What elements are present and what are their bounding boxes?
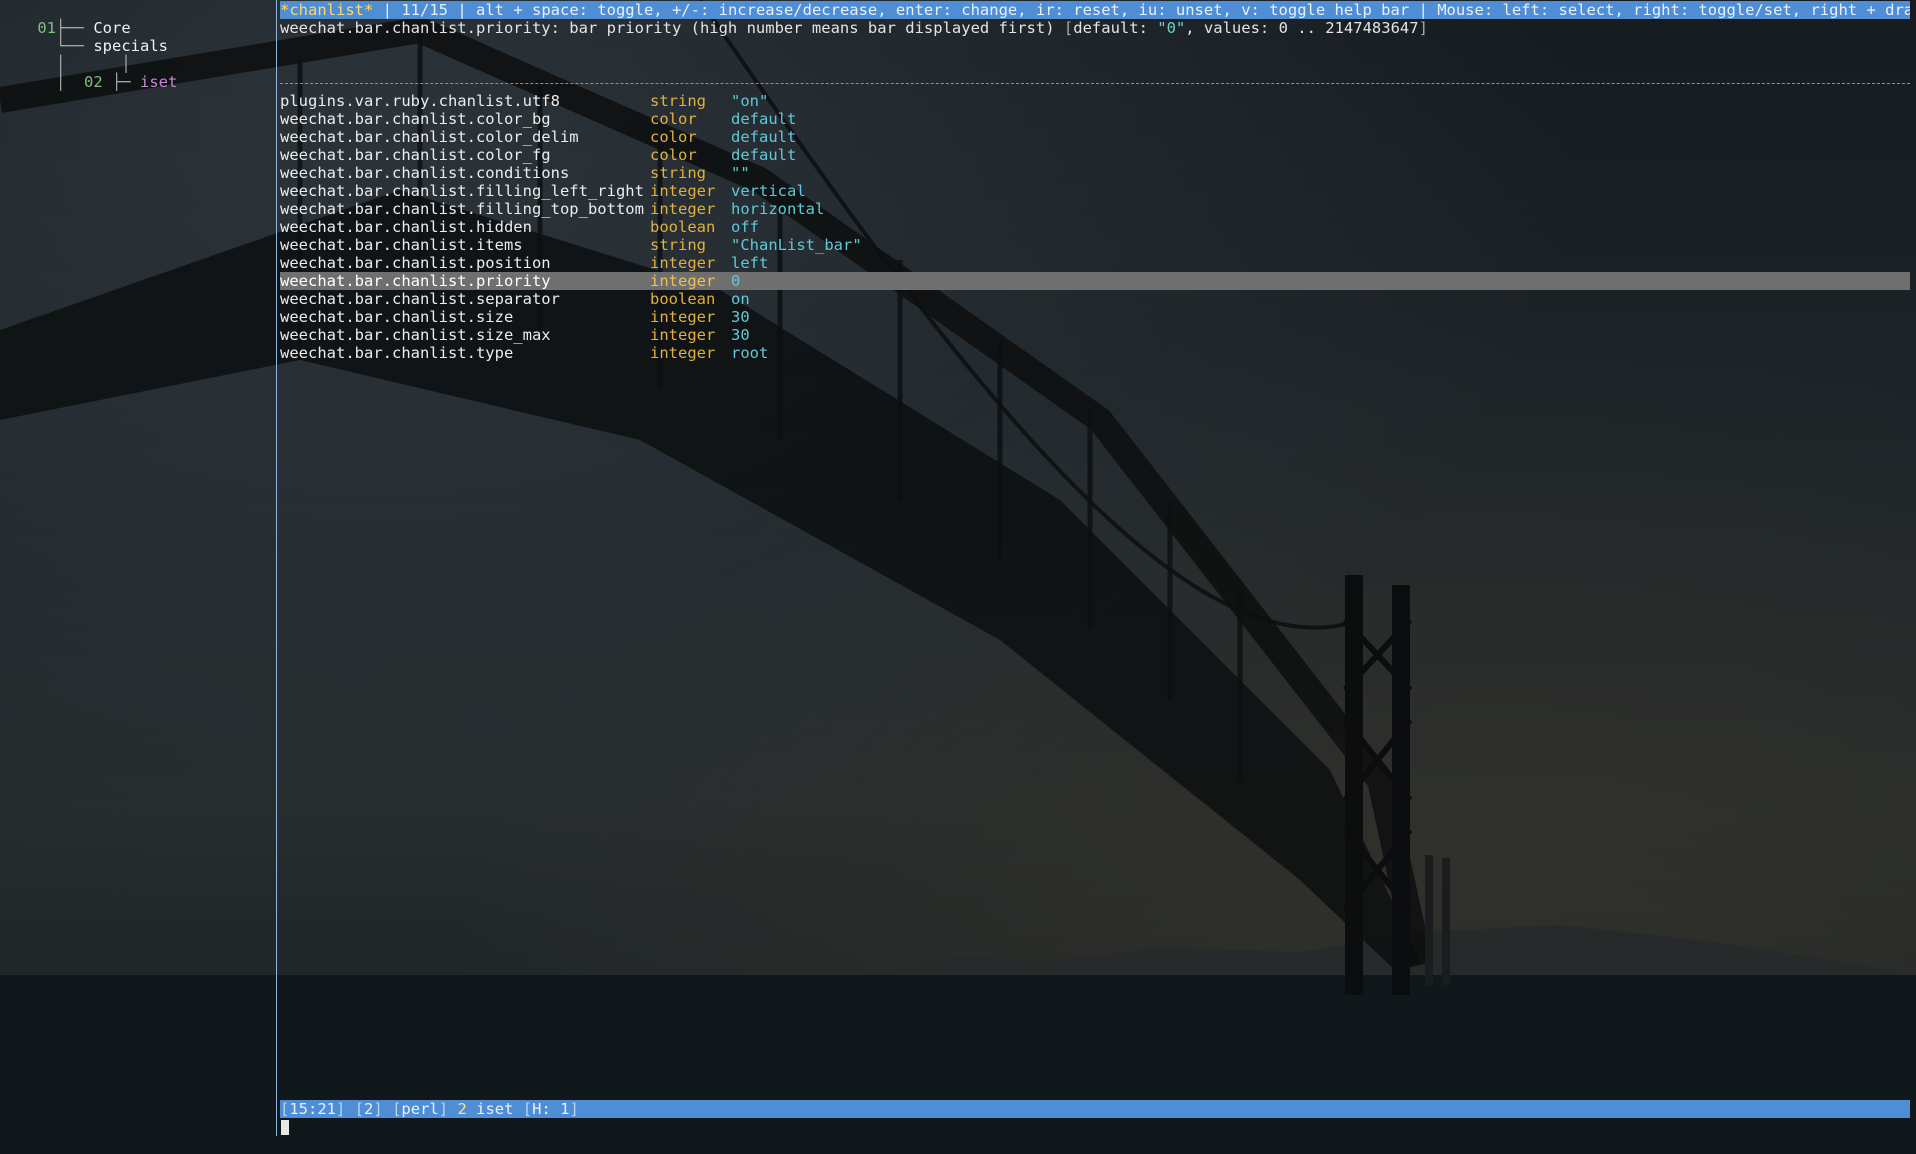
option-name: weechat.bar.chanlist.filling_top_bottom [280, 200, 644, 218]
option-name: weechat.bar.chanlist.filling_left_right [280, 182, 644, 200]
title-filter: *chanlist* [280, 1, 374, 19]
option-row[interactable]: weechat.bar.chanlist.color_fg color defaul… [280, 146, 1910, 164]
option-row[interactable]: weechat.bar.chanlist.size_max integer 30 [280, 326, 1910, 344]
option-value: "" [731, 164, 750, 182]
status-time: 15:21 [289, 1100, 337, 1118]
option-type: integer [650, 272, 716, 290]
option-row[interactable]: weechat.bar.chanlist.position integer left [280, 254, 1910, 272]
buffer-list: 01├── Core └── specials │ │ │ 02 ├─ iset [0, 0, 276, 1154]
option-name: weechat.bar.chanlist.hidden [280, 218, 532, 236]
option-type: integer [650, 200, 716, 218]
title-help: alt + space: toggle, +/-: increase/decre… [476, 1, 1410, 19]
option-value: off [731, 218, 759, 236]
option-row[interactable]: weechat.bar.chanlist.hidden boolean off [280, 218, 1910, 236]
help-default-label: default: [1073, 19, 1148, 37]
option-row[interactable]: weechat.bar.chanlist.color_delim color def… [280, 128, 1910, 146]
status-buffer-number: 2 [457, 1100, 467, 1118]
option-name: plugins.var.ruby.chanlist.utf8 [280, 92, 560, 110]
status-hotlist: H: 1 [532, 1100, 570, 1118]
option-row[interactable]: weechat.bar.chanlist.color_bg color defaul… [280, 110, 1910, 128]
option-type: string [650, 236, 706, 254]
status-bar: [15:21] [2] [perl] 2 iset [H: 1] [280, 1100, 1910, 1118]
buflist-item-core[interactable]: 01├── Core [0, 1, 130, 37]
input-bar[interactable] [280, 1118, 1910, 1136]
title-position: 11/15 [401, 1, 448, 19]
option-value: "on" [731, 92, 769, 110]
help-values-label: values: [1203, 19, 1270, 37]
window-separator [276, 0, 277, 1136]
help-values-range: 0 .. 2147483647 [1278, 19, 1419, 37]
option-name: weechat.bar.chanlist.position [280, 254, 551, 272]
tree-connector: │ │ [0, 37, 131, 73]
buflist-item-name: iset [140, 73, 178, 91]
option-type: integer [650, 344, 716, 362]
option-name: weechat.bar.chanlist.color_bg [280, 110, 551, 128]
buflist-item-specials[interactable]: └── specials [0, 19, 168, 55]
option-row-selected[interactable]: weechat.bar.chanlist.priority integer 0 [280, 272, 1910, 290]
buflist-item-iset[interactable]: │ 02 ├─ iset [0, 55, 177, 91]
text-cursor [281, 1120, 289, 1135]
option-name: weechat.bar.chanlist.type [280, 344, 514, 362]
help-bar: weechat.bar.chanlist.priority: bar prior… [280, 19, 1428, 37]
option-value: on [731, 290, 750, 308]
option-type: integer [650, 308, 716, 326]
option-value: root [731, 344, 769, 362]
help-option-name: weechat.bar.chanlist.priority [280, 19, 551, 37]
option-value: 0 [731, 272, 741, 290]
option-name: weechat.bar.chanlist.size_max [280, 326, 551, 344]
iset-buffer: *chanlist* | 11/15 | alt + space: toggle… [280, 0, 1910, 1154]
option-row[interactable]: weechat.bar.chanlist.size integer 30 [280, 308, 1910, 326]
status-buffer-name: iset [476, 1100, 514, 1118]
title-bar: *chanlist* | 11/15 | alt + space: toggle… [280, 1, 1910, 19]
option-value: "ChanList_bar" [731, 236, 862, 254]
option-name: weechat.bar.chanlist.conditions [280, 164, 570, 182]
option-name: weechat.bar.chanlist.size [280, 308, 514, 326]
option-type: boolean [650, 218, 716, 236]
option-value: horizontal [731, 200, 825, 218]
option-row[interactable]: weechat.bar.chanlist.separator boolean on [280, 290, 1910, 308]
help-default-value: "0" [1157, 19, 1186, 37]
option-value: default [731, 146, 797, 164]
option-type: string [650, 92, 706, 110]
option-type: integer [650, 326, 716, 344]
help-description: bar priority (high number means bar disp… [569, 19, 1055, 37]
status-plugin: perl [401, 1100, 439, 1118]
option-type: boolean [650, 290, 716, 308]
option-type: integer [650, 182, 716, 200]
title-mouse-help: Mouse: left: select, right: toggle/set, … [1437, 1, 1910, 19]
tree-branch-icon: ├─ [102, 73, 140, 91]
option-type: color [650, 128, 697, 146]
option-value: left [731, 254, 769, 272]
option-name: weechat.bar.chanlist.color_fg [280, 146, 551, 164]
option-type: color [650, 110, 697, 128]
option-row[interactable]: weechat.bar.chanlist.filling_top_bottom i… [280, 200, 1910, 218]
tree-vertical-icon: │ [37, 73, 84, 91]
option-name: weechat.bar.chanlist.separator [280, 290, 560, 308]
option-row[interactable]: weechat.bar.chanlist.items string "ChanLis… [280, 236, 1910, 254]
option-value: vertical [731, 182, 806, 200]
option-list: plugins.var.ruby.chanlist.utf8 string "on"… [280, 92, 1910, 362]
option-name: weechat.bar.chanlist.items [280, 236, 523, 254]
option-value: default [731, 128, 797, 146]
buflist-item-number: 02 [84, 73, 103, 91]
option-row[interactable]: plugins.var.ruby.chanlist.utf8 string "on" [280, 92, 1910, 110]
option-type: string [650, 164, 706, 182]
option-name: weechat.bar.chanlist.color_delim [280, 128, 579, 146]
option-name: weechat.bar.chanlist.priority [280, 272, 551, 290]
dashed-separator [280, 83, 1910, 84]
option-type: color [650, 146, 697, 164]
option-value: 30 [731, 326, 750, 344]
option-row[interactable]: weechat.bar.chanlist.filling_left_right i… [280, 182, 1910, 200]
option-row[interactable]: weechat.bar.chanlist.conditions string "" [280, 164, 1910, 182]
option-type: integer [650, 254, 716, 272]
option-value: 30 [731, 308, 750, 326]
option-row[interactable]: weechat.bar.chanlist.type integer root [280, 344, 1910, 362]
option-value: default [731, 110, 797, 128]
status-window: 2 [364, 1100, 374, 1118]
